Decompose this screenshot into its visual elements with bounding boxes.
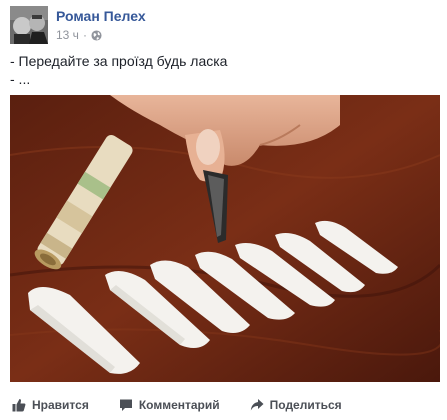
avatar[interactable] — [10, 6, 48, 44]
comment-button[interactable]: Комментарий — [119, 398, 220, 412]
thumbs-up-icon — [12, 398, 26, 412]
comment-label: Комментарий — [138, 398, 220, 412]
comment-bubble-icon — [119, 398, 133, 412]
post-meta: 13 ч · — [56, 28, 102, 42]
post-actions: Нравится Комментарий Поделиться — [10, 392, 440, 418]
share-button[interactable]: Поделиться — [250, 398, 342, 412]
post-text: - Передайте за проїзд будь ласка - ... — [10, 52, 227, 88]
share-label: Поделиться — [269, 398, 342, 412]
like-button[interactable]: Нравится — [12, 398, 89, 412]
globe-icon[interactable] — [91, 29, 102, 41]
post-header: Роман Пелех 13 ч · — [10, 6, 430, 46]
author-name[interactable]: Роман Пелех — [56, 8, 146, 24]
meta-separator: · — [82, 28, 87, 42]
post-image — [10, 95, 440, 382]
avatar-photo — [10, 6, 48, 44]
post-timestamp[interactable]: 13 ч — [56, 28, 79, 42]
post-text-line-1: - Передайте за проїзд будь ласка — [10, 53, 228, 69]
like-label: Нравится — [32, 398, 89, 412]
post-text-line-2: - ... — [10, 71, 31, 87]
feed-post: Роман Пелех 13 ч · - Передайте за проїзд… — [0, 0, 447, 420]
share-arrow-icon — [250, 398, 264, 412]
post-photo[interactable] — [10, 95, 440, 382]
